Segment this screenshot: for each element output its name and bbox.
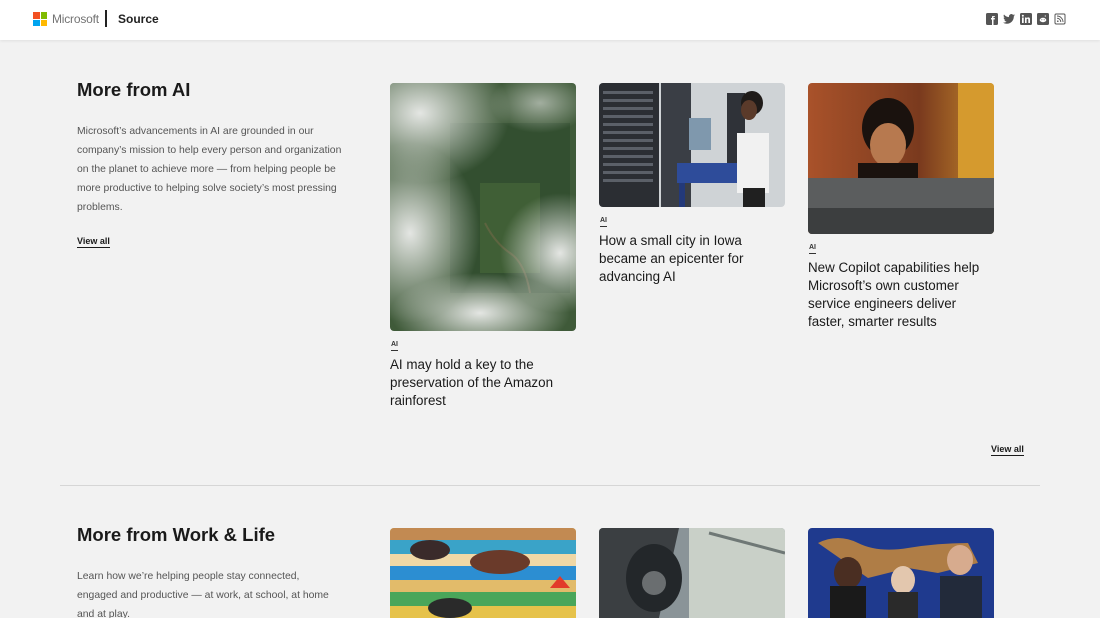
social-links [986, 13, 1066, 25]
section-title-ai: More from AI [77, 79, 191, 100]
linkedin-icon[interactable] [1020, 13, 1032, 25]
pilot-cockpit-image[interactable] [599, 528, 785, 618]
site-name-link[interactable]: Source [118, 12, 159, 26]
world-map-team-image[interactable] [808, 528, 994, 618]
section-description-work-life: Learn how we’re helping people stay conn… [77, 571, 329, 618]
view-all-ai-link[interactable]: View all [77, 236, 110, 248]
datacenter-image[interactable] [599, 83, 785, 207]
header-divider [105, 10, 107, 27]
rainforest-aerial-image[interactable] [390, 83, 576, 331]
rss-icon[interactable] [1054, 13, 1066, 25]
section-description-ai: Microsoft’s advancements in AI are groun… [77, 126, 342, 213]
microsoft-logo[interactable]: Microsoft [33, 12, 99, 26]
card-tag: AI [809, 244, 816, 254]
section-divider [60, 485, 1040, 486]
facebook-icon[interactable] [986, 13, 998, 25]
view-all-ai-bottom-link[interactable]: View all [991, 444, 1024, 456]
card-tag: AI [600, 217, 607, 227]
reddit-icon[interactable] [1037, 13, 1049, 25]
card-title-iowa[interactable]: How a small city in Iowa became an epice… [599, 232, 785, 286]
brand-name: Microsoft [52, 12, 99, 26]
colorful-mural-image[interactable] [390, 528, 576, 618]
card-title-rainforest[interactable]: AI may hold a key to the preservation of… [390, 356, 576, 410]
card-tag: AI [391, 341, 398, 351]
copilot-engineer-image[interactable] [808, 83, 994, 234]
twitter-icon[interactable] [1003, 13, 1015, 25]
microsoft-logo-icon [33, 12, 47, 26]
section-title-work-life: More from Work & Life [77, 524, 276, 545]
card-title-copilot[interactable]: New Copilot capabilities help Microsoft’… [808, 259, 994, 331]
site-header: Microsoft Source [0, 0, 1100, 40]
